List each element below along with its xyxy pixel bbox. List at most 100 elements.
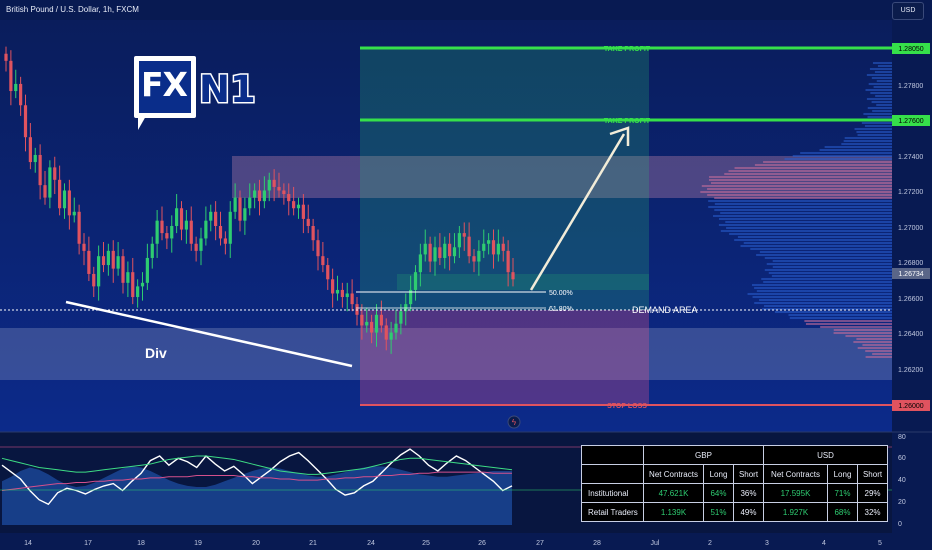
candle-body (438, 247, 442, 258)
candle-body (62, 190, 67, 209)
candle-body (14, 83, 18, 92)
candle-body (136, 286, 140, 298)
fib-618-label: 61.80% (549, 306, 573, 313)
volume-profile-bar (843, 140, 892, 142)
volume-profile-bar (789, 317, 892, 319)
time-tick: 17 (84, 540, 92, 547)
fib-50-label: 50.00% (549, 290, 573, 297)
volume-profile-bar (856, 338, 892, 340)
table-row: Institutional 47.621K 64% 36% 17.595K 71… (581, 483, 889, 503)
candle-body (204, 220, 208, 239)
candle-body (23, 105, 28, 138)
time-tick: 18 (137, 540, 145, 547)
candle-body (43, 185, 47, 198)
time-tick: 3 (765, 540, 769, 547)
volume-profile-bar (788, 314, 892, 316)
candle-body (92, 273, 96, 287)
candle-body (345, 293, 349, 298)
candle-body (189, 220, 193, 244)
candle-body (248, 197, 252, 209)
candle-body (482, 243, 486, 251)
volume-profile-bar (718, 218, 892, 220)
volume-profile-bar (845, 335, 892, 337)
volume-profile-bar (784, 158, 892, 160)
candle-body (350, 293, 354, 305)
logo-fx-text: FX (141, 65, 188, 104)
table-row-label: Institutional (581, 483, 644, 503)
candle-body (384, 325, 388, 340)
volume-profile-bar (866, 98, 892, 100)
volume-profile-bar (756, 254, 892, 256)
volume-profile-bar (708, 200, 892, 202)
table-cell: 51% (703, 502, 734, 522)
volume-profile-bar (713, 215, 892, 217)
candle-body (170, 226, 174, 239)
take-profit-label-2: TAKE PROFIT (604, 118, 651, 125)
volume-profile-bar (763, 161, 892, 163)
candle-body (267, 179, 271, 191)
volume-profile-bar (863, 113, 892, 115)
candle-body (145, 257, 149, 283)
candle-body (262, 190, 266, 202)
candle-body (311, 226, 315, 241)
currency-button[interactable]: USD (892, 2, 924, 20)
candle-body (179, 208, 184, 230)
volume-profile-bar (761, 278, 892, 280)
time-tick: 4 (822, 540, 826, 547)
price-tick: 1.26800 (898, 260, 923, 267)
volume-profile-bar (771, 275, 892, 277)
price-label-current-text: 1.26734 (898, 271, 923, 278)
candle-body (97, 256, 101, 287)
fxn1-logo: FX N1 (134, 56, 274, 134)
candle-body (111, 250, 115, 269)
table-header-row: GBP USD (581, 445, 889, 465)
volume-profile-bar (750, 248, 892, 250)
candle-body (209, 211, 213, 221)
volume-profile-bar (800, 152, 892, 154)
table-cell: 68% (827, 502, 858, 522)
volume-profile-bar (872, 353, 892, 355)
osc-tick: 40 (898, 477, 906, 484)
candle-body (457, 233, 461, 248)
candle-body (160, 220, 164, 234)
volume-profile-bar (714, 197, 892, 199)
candle-body (413, 272, 418, 290)
candle-body (101, 256, 106, 266)
price-label-sl-text: 1.26000 (898, 403, 923, 410)
osc-tick: 20 (898, 499, 906, 506)
price-label-tp1-text: 1.28050 (898, 46, 923, 53)
candle-body (272, 179, 276, 187)
candle-body (67, 190, 71, 216)
volume-profile-bar (759, 299, 892, 301)
candle-body (306, 218, 310, 226)
time-tick: 24 (367, 540, 375, 547)
volume-profile-bar (729, 233, 892, 235)
candle-body (394, 323, 398, 333)
candle-body (316, 240, 320, 257)
volume-profile-bar (764, 257, 892, 259)
candle-body (355, 304, 359, 315)
osc-tick: 80 (898, 434, 906, 441)
table-subheader-cell: Long (703, 464, 734, 484)
volume-profile-bar (854, 128, 892, 130)
candle-body (340, 289, 344, 298)
volume-profile-bar (804, 320, 892, 322)
volume-profile-bar (714, 203, 892, 205)
candle-body (365, 321, 369, 326)
volume-profile-bar (861, 122, 892, 124)
volume-profile-bar (763, 281, 892, 283)
volume-profile-bar (871, 77, 892, 79)
volume-profile-bar (728, 170, 892, 172)
demand-area-label: DEMAND AREA (632, 305, 698, 315)
volume-profile-bar (772, 266, 892, 268)
table-cell: 29% (856, 483, 889, 503)
candle-body (87, 250, 91, 274)
candle-body (335, 289, 340, 294)
candle-body (131, 272, 135, 298)
candle-body (19, 83, 23, 106)
candle-body (233, 197, 237, 212)
candle-body (243, 208, 247, 221)
candle-body (140, 282, 145, 287)
volume-profile-bar (756, 290, 892, 292)
volume-profile-bar (710, 182, 892, 184)
